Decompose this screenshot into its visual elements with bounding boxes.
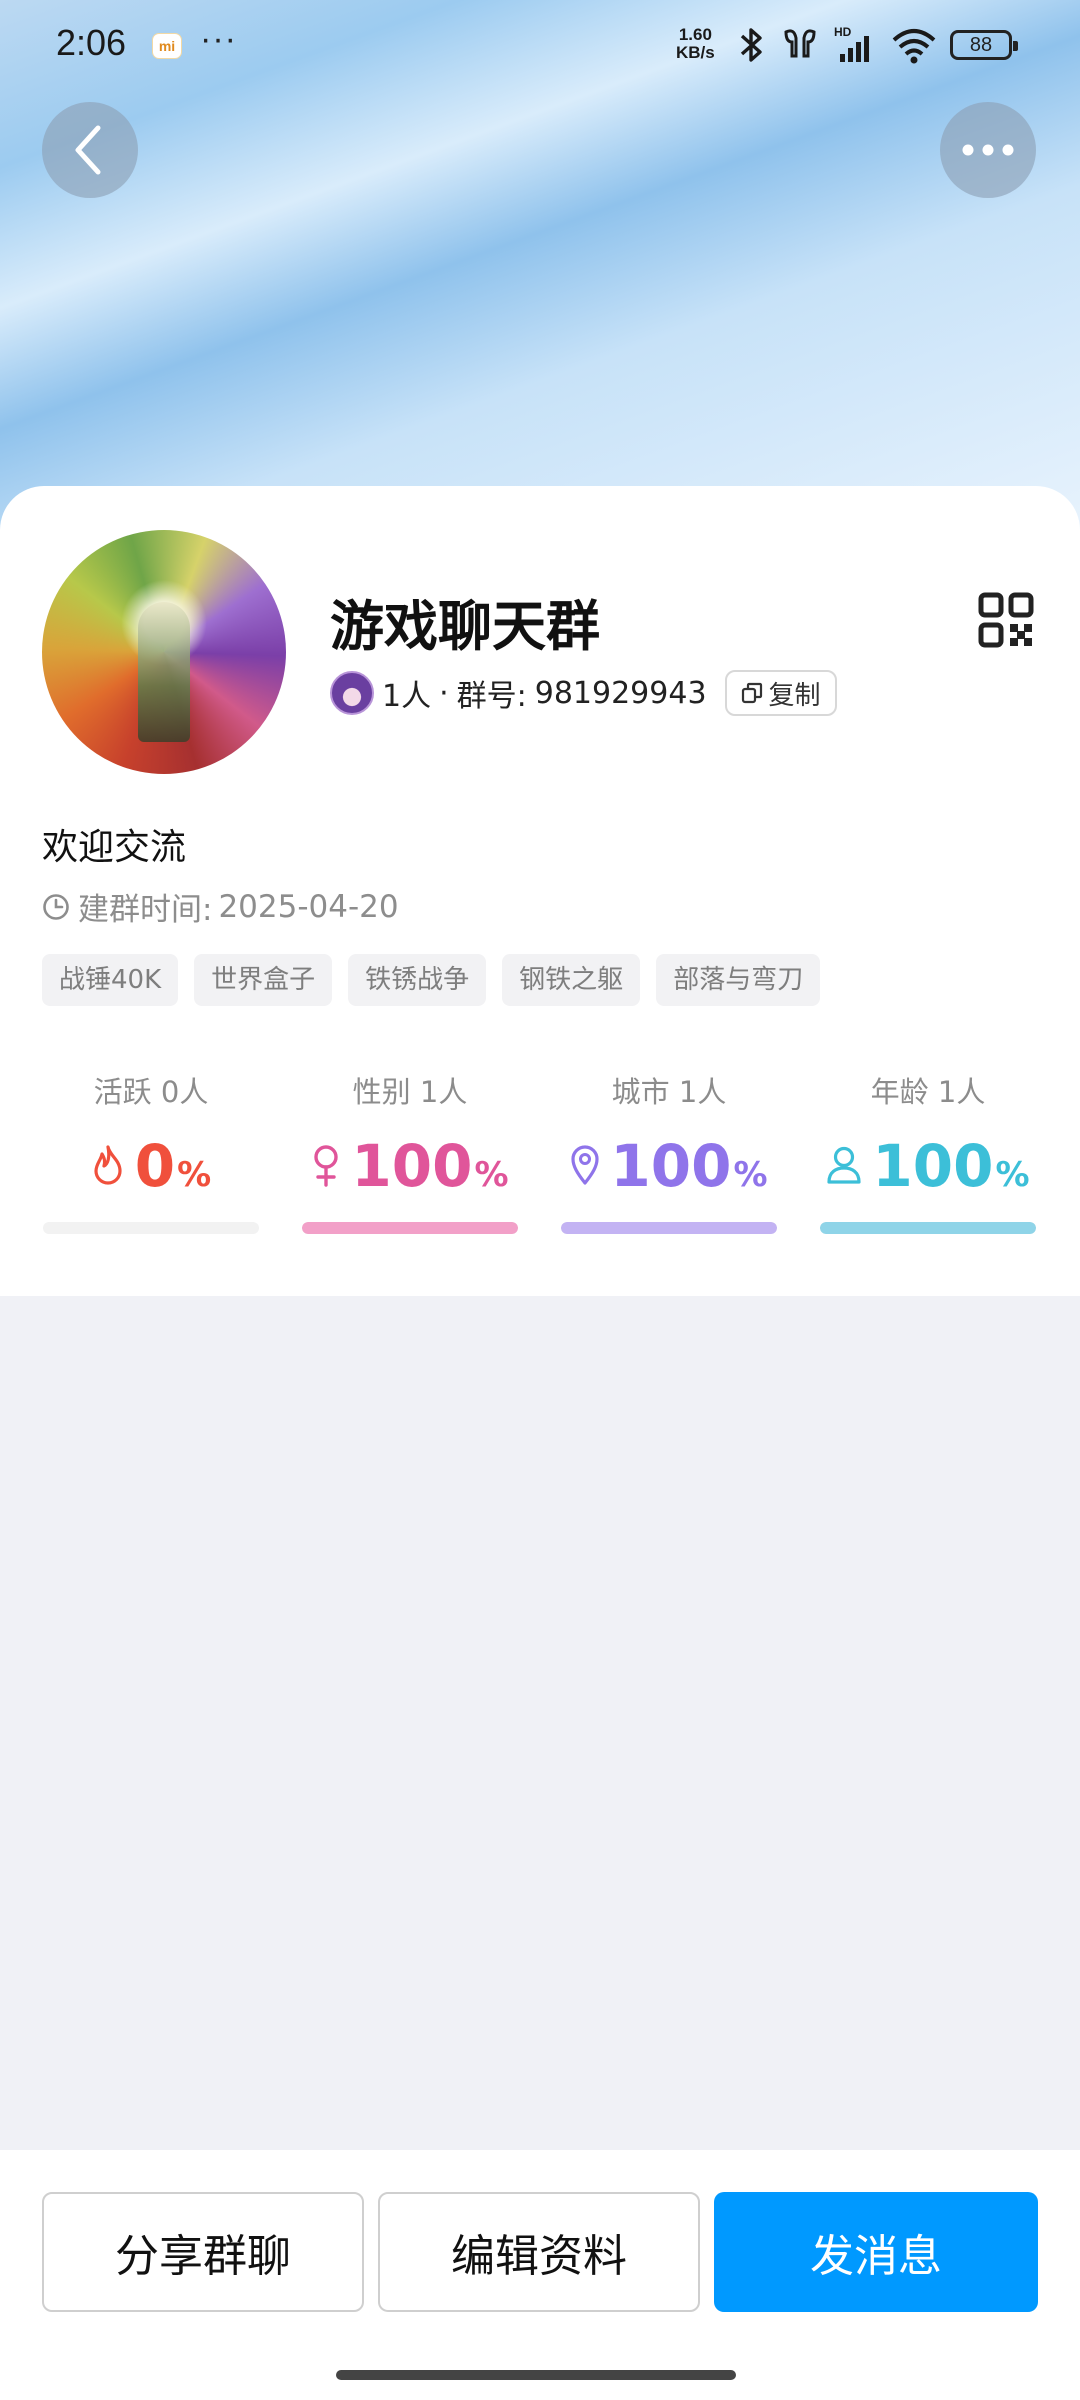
stat-label: 年龄 1人 (870, 1075, 986, 1109)
group-id-label: 群号: (456, 679, 527, 714)
stat-label: 活跃 0人 (93, 1075, 209, 1109)
back-button[interactable] (42, 102, 138, 198)
stat-gender[interactable]: 性别 1人 100 % (302, 1072, 518, 1234)
creation-date: 2025-04-20 (218, 888, 399, 925)
female-icon (314, 1145, 339, 1187)
flame-icon (94, 1145, 122, 1185)
stat-unit: % (474, 1155, 509, 1195)
earbuds-icon (784, 29, 816, 58)
copy-icon (741, 682, 762, 704)
group-meta-row: 1人 · 群号: 981929943 复制 (330, 668, 837, 718)
tag-list: 战锤40K 世界盒子 铁锈战争 钢铁之躯 部落与弯刀 (42, 954, 836, 1006)
stat-value: 100 % (302, 1132, 518, 1200)
stat-number: 100 (610, 1132, 732, 1200)
home-indicator[interactable] (336, 2370, 736, 2380)
group-description: 欢迎交流 (42, 827, 187, 868)
copy-id-button[interactable]: 复制 (724, 670, 837, 716)
tag-item[interactable]: 铁锈战争 (348, 954, 487, 1006)
stat-number: 100 (351, 1132, 473, 1200)
stat-number: 0 (134, 1132, 176, 1200)
edit-profile-button[interactable]: 编辑资料 (378, 2192, 700, 2312)
location-pin-icon (571, 1145, 600, 1185)
qr-code-icon[interactable] (978, 592, 1034, 648)
stat-progress-fill (820, 1222, 1036, 1234)
svg-text:HD: HD (834, 25, 852, 39)
status-bar: 2:06 mi ··· 1.60 KB/s HD 88 (0, 0, 1080, 90)
creation-time: 建群时间: 2025-04-20 (42, 884, 399, 929)
stat-progress-bar (561, 1222, 777, 1234)
group-id-value: 981929943 (534, 675, 707, 711)
battery-indicator: 88 (950, 30, 1018, 60)
stat-active[interactable]: 活跃 0人 0 % (43, 1072, 259, 1234)
send-message-button[interactable]: 发消息 (714, 2192, 1038, 2312)
cellular-signal-icon: HD (834, 25, 869, 62)
tag-item[interactable]: 钢铁之躯 (502, 954, 641, 1006)
person-icon (827, 1146, 862, 1184)
stat-unit: % (733, 1155, 768, 1195)
stat-unit: % (995, 1155, 1030, 1195)
stat-city[interactable]: 城市 1人 100 % (561, 1072, 777, 1234)
stat-progress-fill (561, 1222, 777, 1234)
stat-unit: % (177, 1155, 212, 1195)
tag-item[interactable]: 部落与弯刀 (656, 954, 821, 1006)
more-horizontal-icon (962, 144, 1014, 156)
stat-value: 100 % (561, 1132, 777, 1200)
wifi-icon (892, 29, 936, 64)
stat-value: 0 % (43, 1132, 259, 1200)
copy-label: 复制 (768, 680, 821, 711)
bluetooth-icon (740, 28, 762, 62)
network-speed: 1.60 KB/s (676, 26, 715, 62)
chevron-left-icon (75, 125, 101, 175)
stat-progress-bar (43, 1222, 259, 1234)
stat-number: 100 (872, 1132, 994, 1200)
stat-progress-bar (820, 1222, 1036, 1234)
stat-age[interactable]: 年龄 1人 100 % (820, 1072, 1036, 1234)
clock-icon (43, 893, 69, 920)
group-avatar[interactable] (42, 530, 286, 774)
member-count: 1人 (382, 679, 432, 714)
tag-item[interactable]: 世界盒子 (194, 954, 333, 1006)
member-avatar (330, 671, 374, 715)
status-time: 2:06 (56, 22, 127, 63)
stat-value: 100 % (820, 1132, 1036, 1200)
mi-app-icon: mi (152, 33, 182, 59)
more-options-button[interactable] (940, 102, 1036, 198)
stat-label: 性别 1人 (352, 1075, 468, 1109)
network-speed-unit: KB/s (676, 43, 715, 62)
tag-item[interactable]: 战锤40K (42, 954, 179, 1006)
share-group-button[interactable]: 分享群聊 (42, 2192, 364, 2312)
stat-progress-fill (302, 1222, 518, 1234)
stat-progress-bar (302, 1222, 518, 1234)
group-name: 游戏聊天群 (330, 595, 600, 658)
meta-separator: · (439, 675, 449, 711)
network-speed-value: 1.60 (678, 25, 712, 44)
avatar-figure (138, 602, 190, 742)
creation-time-label: 建群时间: (78, 892, 213, 928)
stat-label: 城市 1人 (611, 1075, 727, 1109)
notification-dots: ··· (200, 20, 237, 58)
